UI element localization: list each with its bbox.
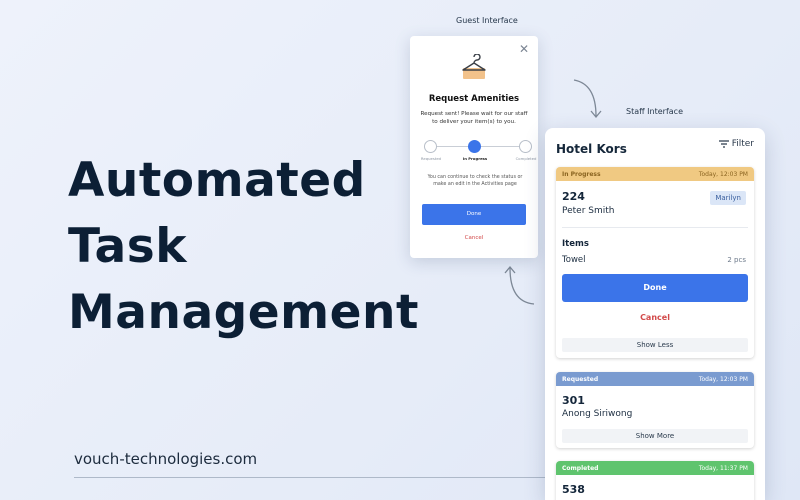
task-status-bar: In Progress Today, 12:03 PM bbox=[556, 167, 754, 181]
task-status: Requested bbox=[562, 375, 599, 383]
website-url[interactable]: vouch-technologies.com bbox=[74, 450, 257, 468]
task-guest-name: Peter Smith bbox=[562, 206, 615, 216]
headline-line-2: Task bbox=[68, 219, 187, 274]
task-card-in-progress[interactable]: In Progress Today, 12:03 PM 224 Peter Sm… bbox=[556, 167, 754, 358]
close-icon[interactable]: ✕ bbox=[519, 42, 529, 56]
headline-line-1: Automated bbox=[68, 153, 366, 208]
task-status: Completed bbox=[562, 464, 599, 472]
curved-arrow-up-icon bbox=[504, 265, 535, 305]
task-room-number: 301 bbox=[562, 394, 585, 407]
item-name: Towel bbox=[562, 255, 586, 265]
task-done-button[interactable]: Done bbox=[562, 274, 748, 302]
show-less-button[interactable]: Show Less bbox=[562, 338, 748, 352]
footer-divider bbox=[74, 477, 554, 478]
task-cancel-button[interactable]: Cancel bbox=[556, 313, 754, 322]
filter-label: Filter bbox=[731, 139, 754, 149]
staff-interface-caption: Staff Interface bbox=[626, 107, 683, 116]
show-more-button[interactable]: Show More bbox=[562, 429, 748, 443]
hotel-title: Hotel Kors bbox=[556, 142, 627, 156]
step-dot-requested bbox=[424, 140, 437, 153]
curved-arrow-down-icon bbox=[573, 79, 602, 119]
assignee-badge[interactable]: Marilyn bbox=[710, 191, 746, 205]
task-card-requested[interactable]: Requested Today, 12:03 PM 301 Anong Siri… bbox=[556, 372, 754, 448]
guest-request-card: ✕ Request Amenities Request sent! Please… bbox=[410, 36, 538, 258]
task-room-number: 224 bbox=[562, 190, 585, 203]
guest-card-title: Request Amenities bbox=[428, 94, 520, 104]
guest-card-description: Request sent! Please wait for our staff … bbox=[420, 111, 528, 125]
guest-card-note: You can continue to check the status or … bbox=[427, 175, 523, 187]
task-room-number: 538 bbox=[562, 483, 585, 496]
filter-icon bbox=[718, 140, 729, 148]
task-status-bar: Completed Today, 11:37 PM bbox=[556, 461, 754, 475]
hanger-icon bbox=[462, 54, 486, 79]
task-time: Today, 11:37 PM bbox=[698, 464, 748, 472]
task-divider bbox=[562, 227, 748, 228]
items-heading: Items bbox=[562, 239, 589, 249]
guest-cancel-button[interactable]: Cancel bbox=[410, 235, 538, 241]
headline-line-3: Management bbox=[68, 285, 419, 340]
guest-interface-caption: Guest Interface bbox=[456, 16, 518, 25]
headline: Automated Task Management bbox=[68, 148, 419, 346]
task-status-bar: Requested Today, 12:03 PM bbox=[556, 372, 754, 386]
step-label-completed: Completed bbox=[515, 156, 537, 161]
item-quantity: 2 pcs bbox=[727, 256, 746, 264]
step-dot-completed bbox=[519, 140, 532, 153]
status-stepper: Requested In Progress Completed bbox=[421, 140, 536, 162]
filter-button[interactable]: Filter bbox=[718, 139, 754, 149]
step-label-requested: Requested bbox=[420, 156, 442, 161]
staff-panel: Hotel Kors Filter In Progress Today, 12:… bbox=[545, 128, 765, 500]
task-status: In Progress bbox=[562, 170, 601, 178]
guest-done-button[interactable]: Done bbox=[422, 204, 526, 225]
task-time: Today, 12:03 PM bbox=[698, 170, 748, 178]
task-guest-name: Anong Siriwong bbox=[562, 409, 633, 419]
staff-header: Hotel Kors Filter bbox=[556, 138, 754, 156]
task-card-completed[interactable]: Completed Today, 11:37 PM 538 bbox=[556, 461, 754, 500]
step-label-in-progress: In Progress bbox=[462, 156, 488, 161]
task-time: Today, 12:03 PM bbox=[698, 375, 748, 383]
step-dot-in-progress bbox=[468, 140, 481, 153]
